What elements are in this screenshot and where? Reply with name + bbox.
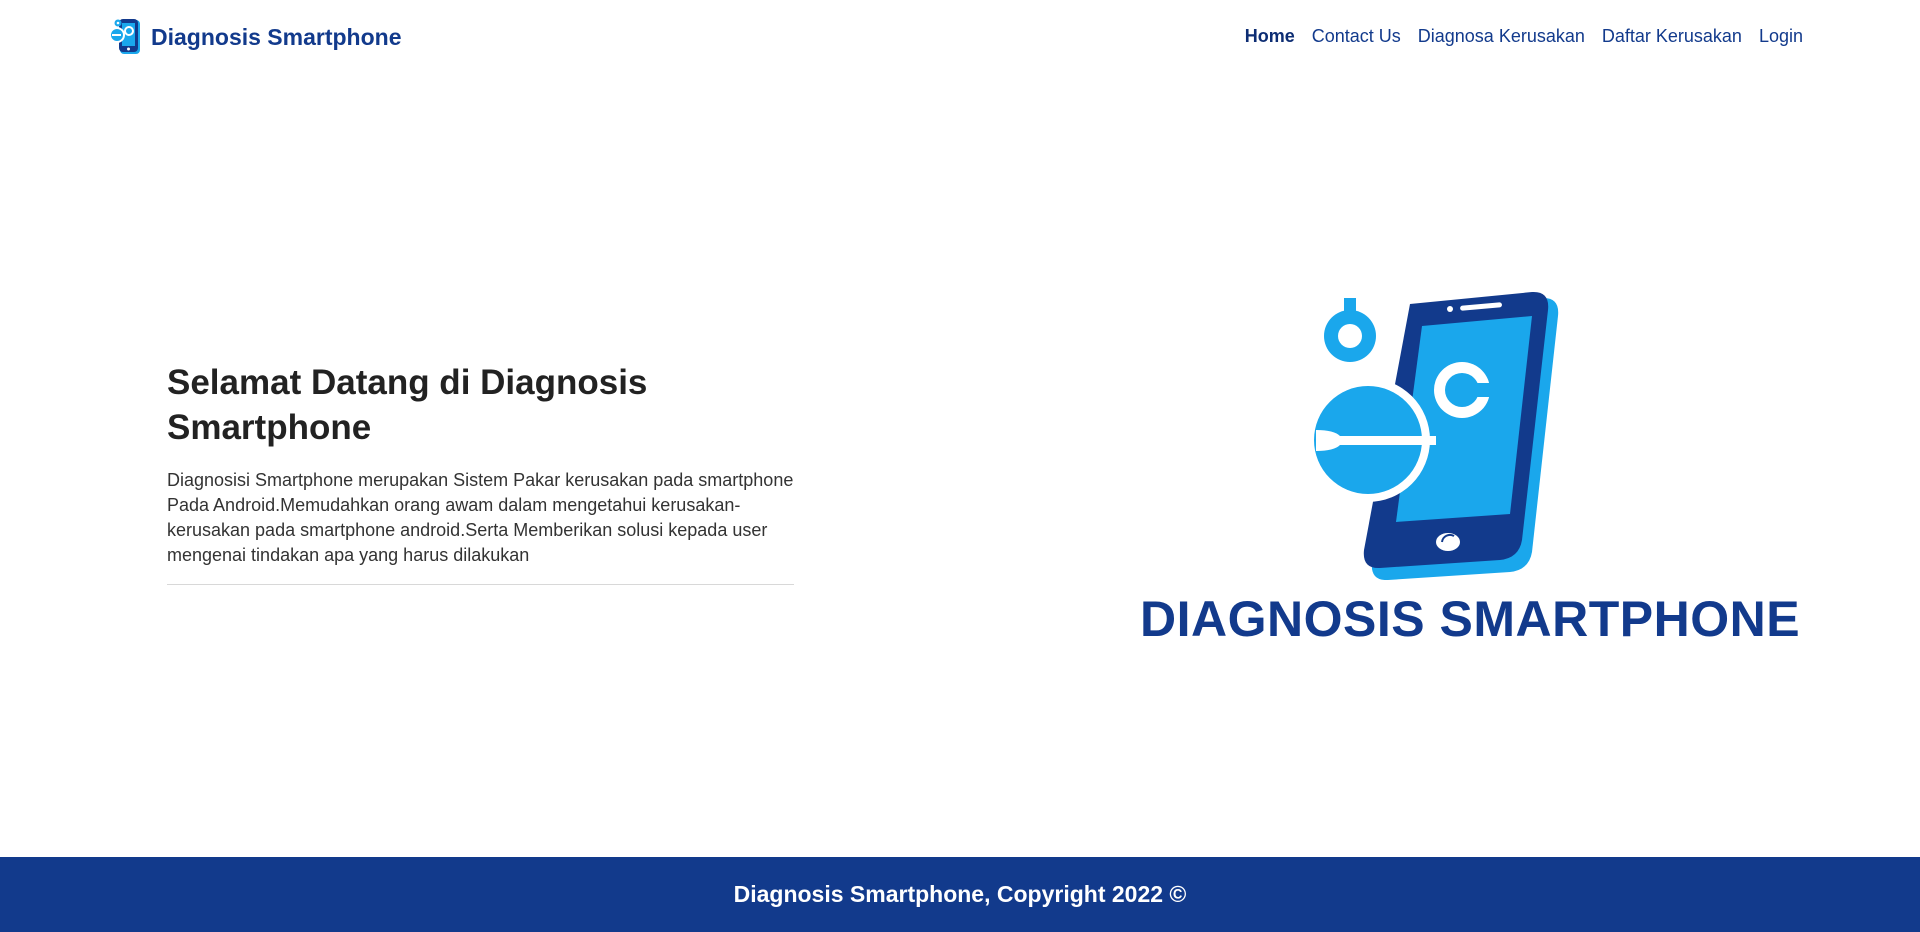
hero-title: Selamat Datang di Diagnosis Smartphone <box>167 363 648 447</box>
hero-description: Diagnosisi Smartphone merupakan Sistem P… <box>167 470 794 565</box>
navbar: Diagnosis Smartphone Home Contact Us Dia… <box>0 0 1920 76</box>
hero-divider <box>167 584 794 585</box>
brand-name: Diagnosis Smartphone <box>151 23 402 50</box>
nav-daftar-link[interactable]: Daftar Kerusakan <box>1602 26 1742 47</box>
smartphone-repair-logo-icon <box>1310 291 1559 580</box>
nav-login-link[interactable]: Login <box>1759 26 1803 47</box>
smartphone-repair-icon <box>109 19 140 54</box>
footer: Diagnosis Smartphone, Copyright 2022 © <box>0 857 1920 932</box>
nav-home-link[interactable]: Home <box>1245 26 1295 47</box>
nav-diagnosa-link[interactable]: Diagnosa Kerusakan <box>1418 26 1585 47</box>
hero-intro: Selamat Datang di Diagnosis Smartphone D… <box>167 360 794 585</box>
footer-copyright: Diagnosis Smartphone, Copyright 2022 © <box>733 881 1187 907</box>
brand-link[interactable]: Diagnosis Smartphone <box>109 18 401 56</box>
nav-menu: Home Contact Us Diagnosa Kerusakan Dafta… <box>1228 26 1803 47</box>
logo-wordmark: DIAGNOSIS SMARTPHONE <box>1140 591 1801 647</box>
hero-logo: DIAGNOSIS SMARTPHONE <box>1130 290 1801 650</box>
nav-contact-link[interactable]: Contact Us <box>1312 26 1401 47</box>
